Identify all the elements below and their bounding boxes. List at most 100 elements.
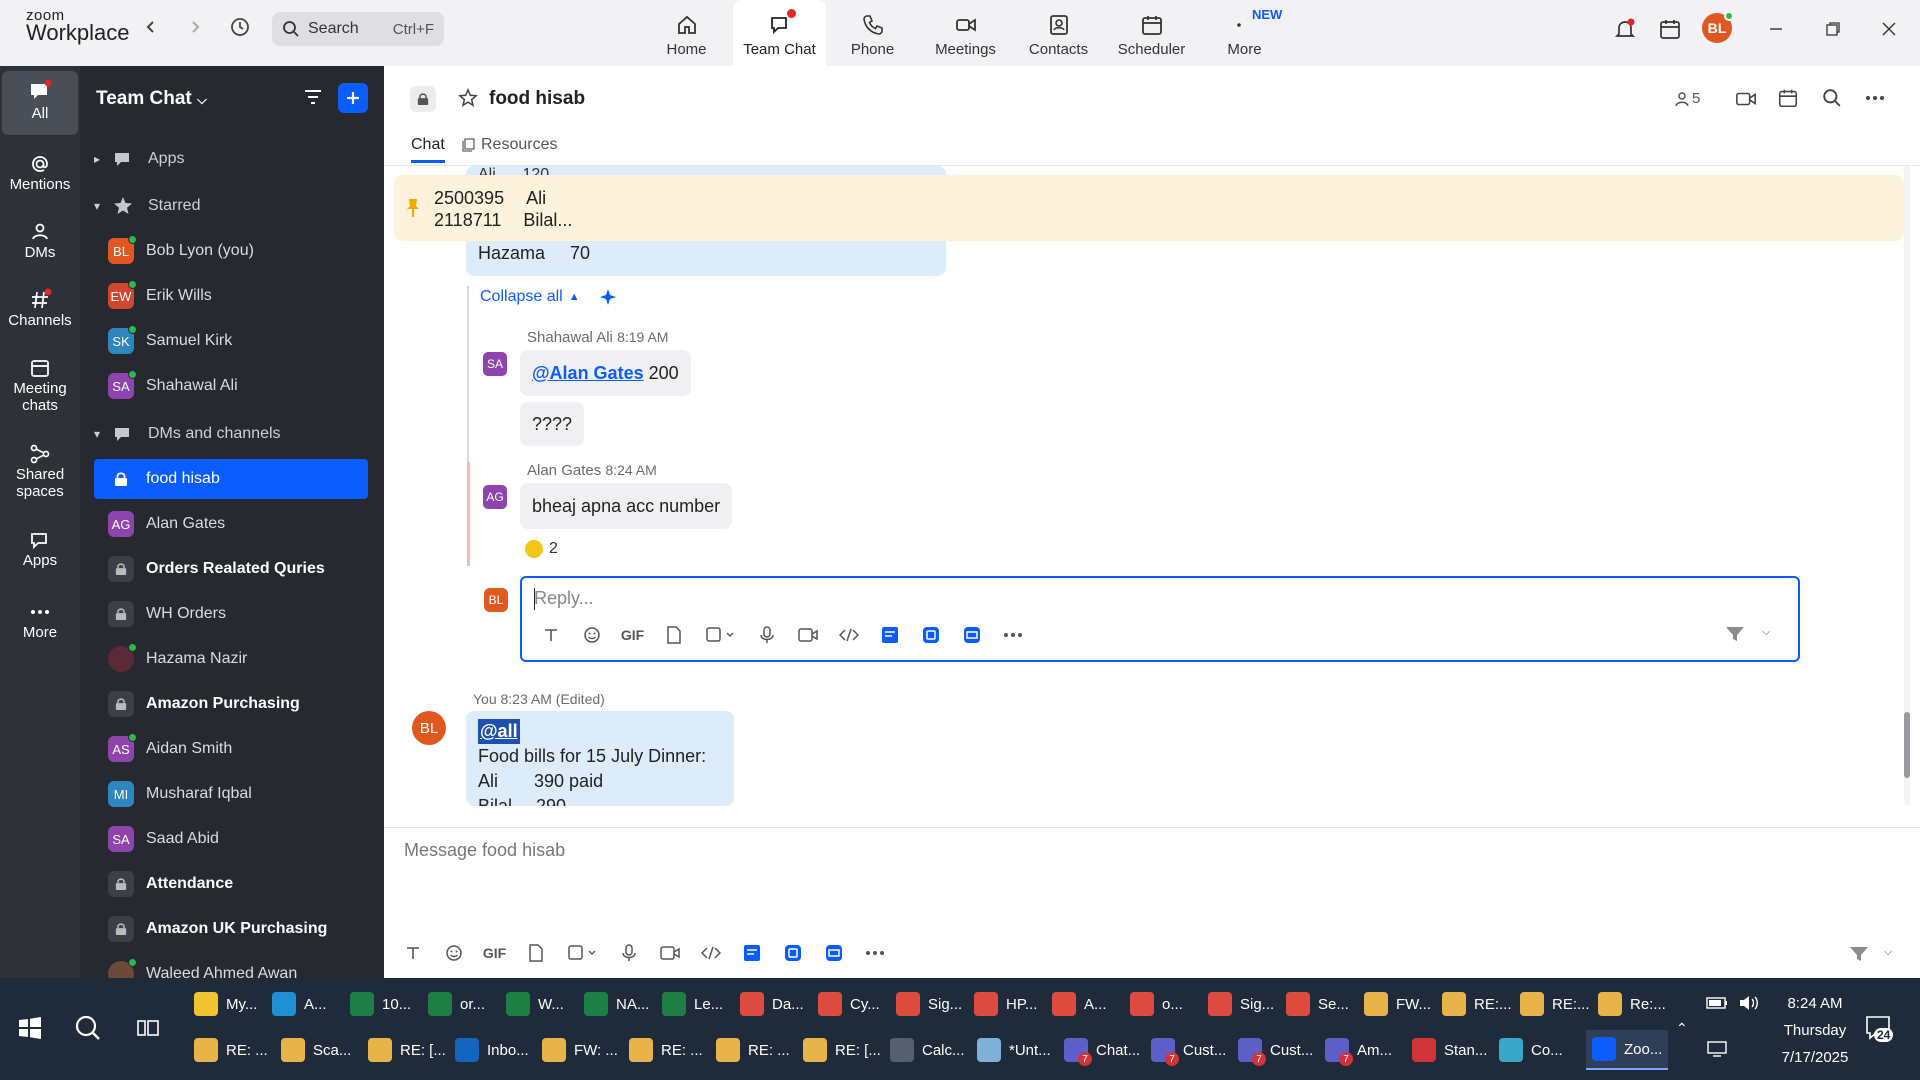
app-icon-3[interactable] xyxy=(951,620,992,650)
taskbar-search-icon[interactable] xyxy=(74,1014,102,1042)
taskbar-app-button[interactable]: FW: ... xyxy=(542,1030,618,1070)
dm-item[interactable]: Hazama Nazir xyxy=(94,639,368,679)
bell-icon[interactable] xyxy=(1608,14,1642,44)
starred-item[interactable]: EW Erik Wills xyxy=(94,276,368,316)
calendar-icon[interactable] xyxy=(1777,87,1799,109)
taskbar-app-button[interactable]: Se... xyxy=(1286,984,1349,1024)
taskbar-app-button[interactable]: or... xyxy=(428,984,485,1024)
sidebar-title[interactable]: Team Chat ⌵ xyxy=(96,88,207,110)
tab-home[interactable]: Home xyxy=(640,0,733,66)
taskbar-app-button[interactable]: My... xyxy=(194,984,257,1024)
taskbar-app-button[interactable]: Da... xyxy=(740,984,804,1024)
emoji-icon[interactable] xyxy=(433,938,474,968)
taskbar-app-button[interactable]: Re:... xyxy=(1598,984,1666,1024)
video-icon[interactable] xyxy=(1734,88,1758,110)
screenshot-icon[interactable] xyxy=(556,938,608,968)
taskbar-app-button[interactable]: RE: [... xyxy=(803,1030,881,1070)
mic-icon[interactable] xyxy=(608,938,649,968)
taskbar-app-button[interactable]: A... xyxy=(1052,984,1107,1024)
network-icon[interactable] xyxy=(1706,1040,1728,1058)
taskbar-app-button[interactable]: Sca... xyxy=(281,1030,351,1070)
send-icon[interactable] xyxy=(1724,624,1746,644)
scrollbar-thumb[interactable] xyxy=(1904,712,1910,778)
file-icon[interactable] xyxy=(653,620,694,650)
starred-item[interactable]: SK Samuel Kirk xyxy=(94,321,368,361)
taskbar-app-button[interactable]: FW... xyxy=(1364,984,1431,1024)
taskbar-app-button[interactable]: RE: ... xyxy=(716,1030,790,1070)
forward-arrow-icon[interactable] xyxy=(182,14,208,40)
taskbar-app-button[interactable]: Cy... xyxy=(818,984,880,1024)
rail-apps[interactable]: Apps xyxy=(2,522,78,582)
mention-link[interactable]: @Alan Gates xyxy=(532,363,644,384)
notification-center-icon[interactable]: 24 xyxy=(1864,1014,1894,1042)
mic-icon[interactable] xyxy=(746,620,787,650)
video-message-icon[interactable] xyxy=(649,938,690,968)
dm-item[interactable]: Waleed Ahmed Awan xyxy=(94,954,368,978)
task-view-icon[interactable] xyxy=(136,1016,160,1040)
tab-more[interactable]: NEW More xyxy=(1198,0,1291,66)
taskbar-app-button[interactable]: 7 Cust... xyxy=(1238,1030,1313,1070)
collapse-all-button[interactable]: Collapse all ▲ xyxy=(480,287,618,307)
more-tools-icon[interactable] xyxy=(854,938,895,968)
reply-input[interactable]: Reply... xyxy=(534,588,594,609)
chevron-down-icon[interactable]: ⌵ xyxy=(1884,946,1892,959)
taskbar-app-button[interactable]: Sig... xyxy=(896,984,962,1024)
format-text-icon[interactable] xyxy=(530,620,571,650)
video-message-icon[interactable] xyxy=(787,620,828,650)
restore-icon[interactable] xyxy=(1816,14,1850,44)
section-starred[interactable]: ▾ Starred xyxy=(94,191,200,221)
taskbar-app-button[interactable]: A... xyxy=(272,984,327,1024)
filter-icon[interactable] xyxy=(302,86,324,108)
search-icon[interactable] xyxy=(1822,88,1842,108)
app-icon-2[interactable] xyxy=(772,938,813,968)
tab-scheduler[interactable]: Scheduler xyxy=(1105,0,1198,66)
taskbar-app-button[interactable]: RE: ... xyxy=(629,1030,703,1070)
channel-item-food-hisab[interactable]: food hisab xyxy=(94,459,368,499)
close-icon[interactable] xyxy=(1872,14,1906,44)
tab-chat[interactable]: Chat xyxy=(411,136,445,163)
rail-mentions[interactable]: Mentions xyxy=(2,146,78,206)
rail-meeting-chats[interactable]: Meeting chats xyxy=(2,350,78,424)
rail-dms[interactable]: DMs xyxy=(2,214,78,274)
gif-icon[interactable]: GIF xyxy=(474,938,515,968)
search-input[interactable]: Search Ctrl+F xyxy=(272,12,444,46)
dm-item[interactable]: AG Alan Gates xyxy=(94,504,368,544)
tab-team-chat[interactable]: Team Chat xyxy=(733,0,826,66)
taskbar-app-button[interactable]: Le... xyxy=(662,984,723,1024)
rail-shared-spaces[interactable]: Shared spaces xyxy=(2,436,78,510)
tab-resources[interactable]: Resources xyxy=(462,136,557,154)
new-chat-button[interactable] xyxy=(338,83,368,113)
section-apps[interactable]: ▸ Apps xyxy=(94,144,184,174)
taskbar-app-button[interactable]: W... xyxy=(506,984,564,1024)
rail-more[interactable]: More xyxy=(2,594,78,654)
app-icon-1[interactable] xyxy=(731,938,772,968)
dm-item[interactable]: AS Aidan Smith xyxy=(94,729,368,769)
tab-meetings[interactable]: Meetings xyxy=(919,0,1012,66)
app-icon-2[interactable] xyxy=(910,620,951,650)
scrollbar-track[interactable] xyxy=(1904,166,1910,806)
dm-item[interactable]: MI Musharaf Iqbal xyxy=(94,774,368,814)
reaction-chip[interactable]: 2 xyxy=(525,540,558,558)
taskbar-app-button[interactable]: RE:... xyxy=(1442,984,1512,1024)
starred-item[interactable]: BL Bob Lyon (you) xyxy=(94,231,368,271)
channel-item[interactable]: Amazon Purchasing xyxy=(94,684,368,724)
channel-item[interactable]: WH Orders xyxy=(94,594,368,634)
windows-start-icon[interactable] xyxy=(18,1016,42,1040)
starred-item[interactable]: SA Shahawal Ali xyxy=(94,366,368,406)
channel-item[interactable]: Attendance xyxy=(94,864,368,904)
app-icon-3[interactable] xyxy=(813,938,854,968)
gif-icon[interactable]: GIF xyxy=(612,620,653,650)
minimize-icon[interactable] xyxy=(1759,14,1793,44)
channel-title[interactable]: food hisab xyxy=(489,88,585,110)
clock[interactable]: 8:24 AM Thursday 7/17/2025 xyxy=(1770,990,1860,1071)
app-icon-1[interactable] xyxy=(869,620,910,650)
chevron-up-icon[interactable]: ⌃ xyxy=(1676,1020,1688,1037)
back-arrow-icon[interactable] xyxy=(138,14,164,40)
pinned-message-banner[interactable]: 2500395 Ali 2118711 Bilal... xyxy=(394,175,1904,241)
user-avatar[interactable]: BL xyxy=(1702,11,1734,43)
taskbar-app-button[interactable]: Sig... xyxy=(1208,984,1274,1024)
mention-link[interactable]: @all xyxy=(478,719,520,744)
emoji-icon[interactable] xyxy=(571,620,612,650)
send-icon[interactable] xyxy=(1848,944,1870,964)
avatar[interactable]: SA xyxy=(483,352,507,376)
